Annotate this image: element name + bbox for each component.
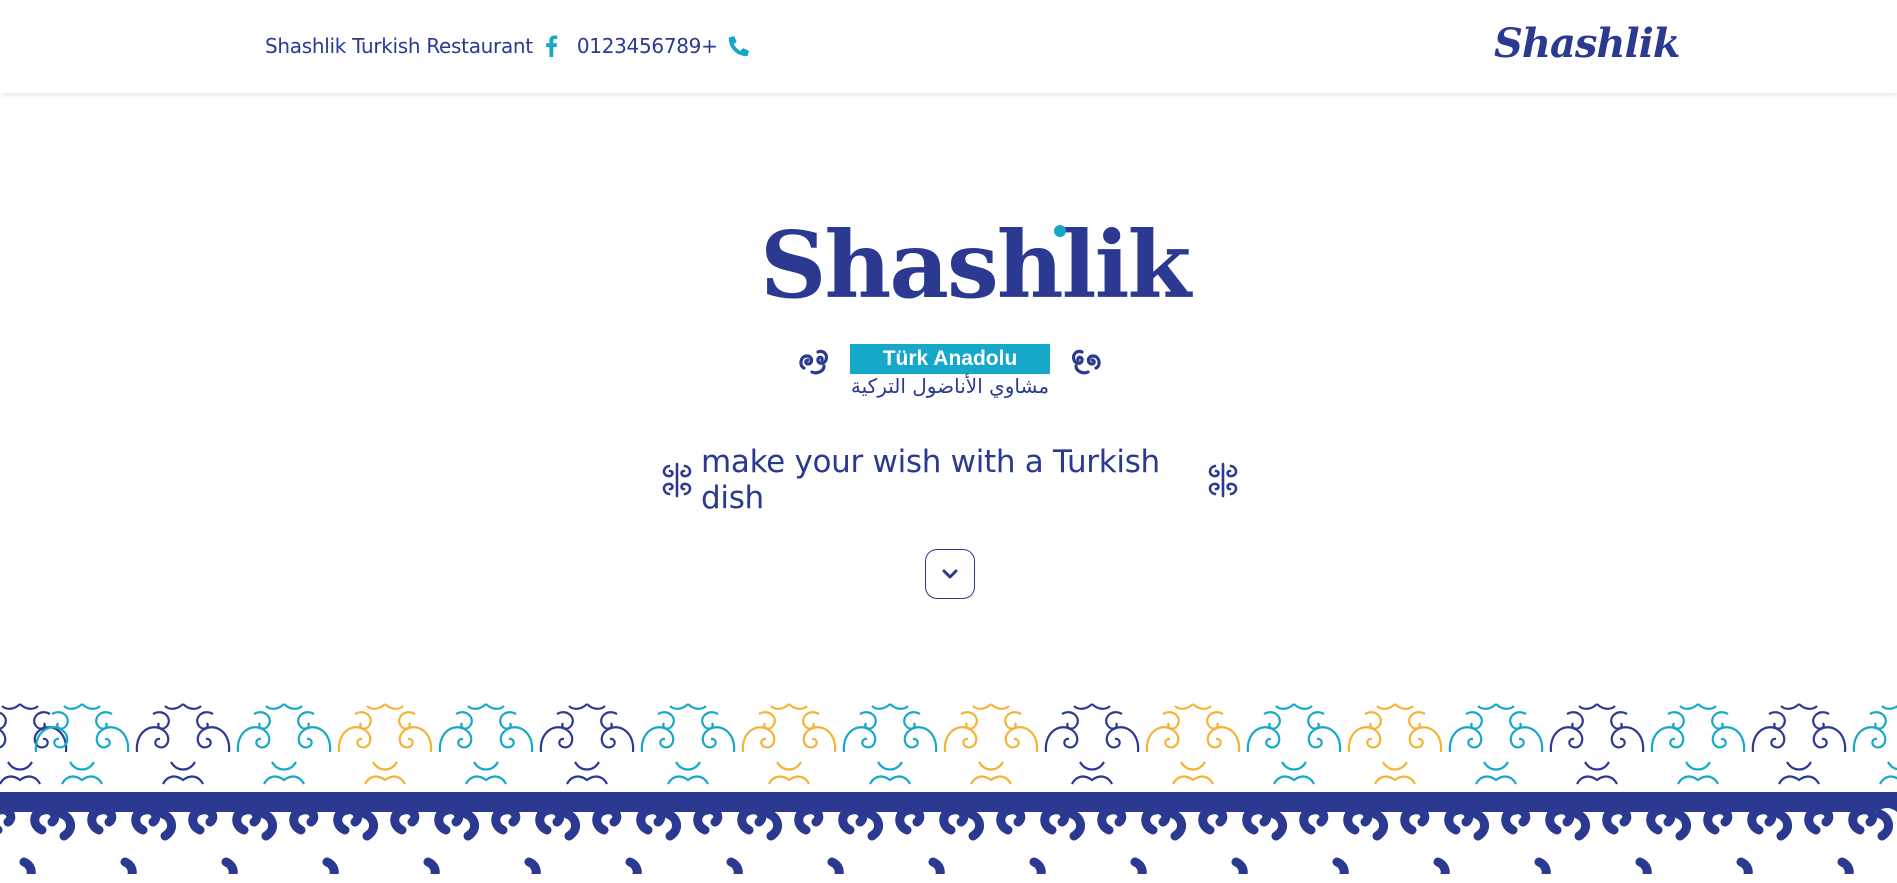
restaurant-name: Shashlik Turkish Restaurant	[265, 34, 533, 58]
logo-dot	[1054, 225, 1066, 237]
phone-number[interactable]: 0123456789+	[577, 34, 718, 58]
hero-band: Türk Anadolu Izgara	[850, 344, 1050, 400]
scroll-down-button[interactable]	[925, 549, 975, 599]
ornament-icon	[799, 349, 829, 375]
decorative-pattern	[0, 702, 1897, 883]
hero-logo-wordmark: Shashlik	[760, 211, 1191, 319]
contact-info: Shashlik Turkish Restaurant 0123456789+	[265, 30, 750, 62]
ornament-icon	[662, 462, 692, 498]
top-bar: Shashlik Turkish Restaurant 0123456789+ …	[0, 0, 1897, 93]
tagline-text: make your wish with a Turkish dish	[701, 444, 1160, 516]
ornament-icon	[1208, 462, 1238, 498]
phone-icon[interactable]	[728, 35, 750, 57]
facebook-icon[interactable]	[543, 35, 559, 57]
hero-arabic-subtitle: مشاوي الأناضول التركية	[850, 374, 1050, 398]
ornament-icon	[1071, 349, 1101, 375]
header-logo[interactable]: Shashlik	[1494, 20, 1681, 68]
tagline: make your wish with a Turkish dish	[660, 444, 1240, 516]
chevron-down-icon	[942, 569, 958, 579]
hero-logo: Shashlik Türk Anadolu Izgara مشاوي الأنا…	[760, 210, 1191, 400]
